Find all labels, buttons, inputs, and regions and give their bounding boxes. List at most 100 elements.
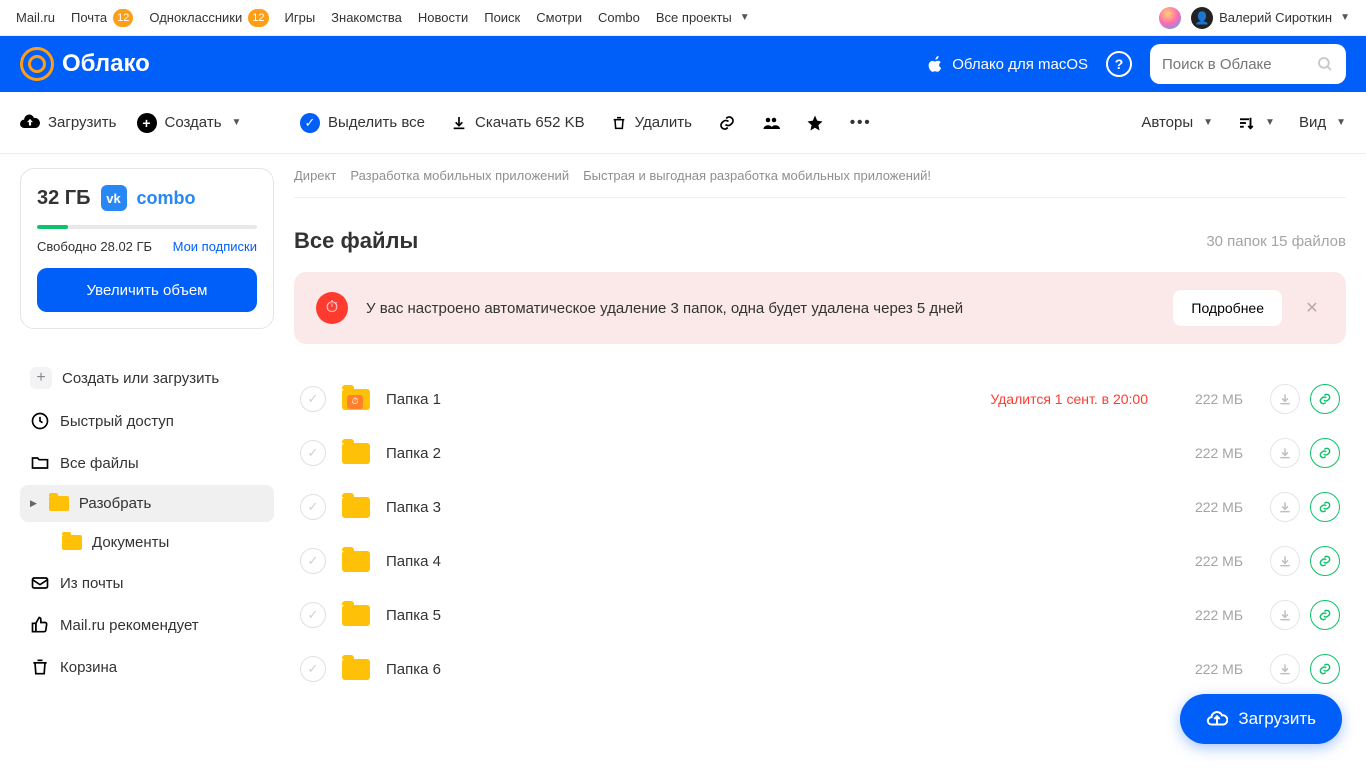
topnav-item[interactable]: Игры	[285, 10, 316, 25]
create-button[interactable]: + Создать ▼	[137, 113, 242, 133]
topnav-item[interactable]: Почта12	[71, 9, 133, 27]
caret-down-icon: ▼	[1336, 117, 1346, 128]
row-checkbox[interactable]: ✓	[300, 656, 326, 682]
link-button[interactable]	[718, 114, 736, 132]
file-name: Папка 1	[386, 391, 974, 408]
badge: 12	[248, 9, 268, 27]
authors-filter[interactable]: Авторы ▼	[1141, 114, 1213, 131]
tree-item-label: Все файлы	[60, 455, 139, 472]
folder-icon	[342, 443, 370, 464]
nav-tree: +Создать или загрузить Быстрый доступ Все …	[20, 357, 274, 687]
dots-icon: •••	[850, 114, 872, 131]
upload-button[interactable]: Загрузить	[20, 113, 117, 133]
tree-item-label: Mail.ru рекомендует	[60, 617, 199, 634]
link-row-button[interactable]	[1310, 546, 1340, 576]
delete-button[interactable]: Удалить	[611, 114, 692, 131]
file-actions	[1270, 384, 1340, 414]
file-row[interactable]: ✓Папка 2222 МБ	[294, 426, 1346, 480]
tree-item[interactable]: Mail.ru рекомендует	[20, 605, 274, 645]
user-menu[interactable]: 👤 Валерий Сироткин ▼	[1191, 7, 1350, 29]
row-checkbox[interactable]: ✓	[300, 548, 326, 574]
link-row-button[interactable]	[1310, 654, 1340, 684]
fab-upload-button[interactable]: Загрузить	[1180, 694, 1342, 744]
link-row-button[interactable]	[1310, 492, 1340, 522]
folder-icon	[342, 659, 370, 680]
more-button[interactable]: •••	[850, 114, 872, 131]
file-row[interactable]: ✓⏱Папка 1Удалится 1 сент. в 20:00222 МБ	[294, 372, 1346, 426]
file-actions	[1270, 546, 1340, 576]
help-icon[interactable]: ?	[1106, 51, 1132, 77]
notice-banner: ⏱ У вас настроено автоматическое удалени…	[294, 272, 1346, 344]
ad-line[interactable]: Директ Разработка мобильных приложений Б…	[294, 154, 1346, 198]
file-size: 222 МБ	[1184, 553, 1254, 569]
select-all-button[interactable]: ✓ Выделить все	[300, 113, 425, 133]
file-size: 222 МБ	[1184, 661, 1254, 677]
download-row-button[interactable]	[1270, 438, 1300, 468]
folder-icon	[49, 496, 69, 511]
check-circle-icon: ✓	[300, 113, 320, 133]
link-row-button[interactable]	[1310, 438, 1340, 468]
tree-item[interactable]: Из почты	[20, 563, 274, 603]
link-row-button[interactable]	[1310, 600, 1340, 630]
tree-item[interactable]: Все файлы	[20, 443, 274, 483]
link-row-button[interactable]	[1310, 384, 1340, 414]
tree-item[interactable]: Документы	[20, 524, 274, 561]
download-row-button[interactable]	[1270, 492, 1300, 522]
file-actions	[1270, 492, 1340, 522]
toolbar: Загрузить + Создать ▼ ✓ Выделить все Ска…	[0, 92, 1366, 154]
main: Директ Разработка мобильных приложений Б…	[294, 154, 1366, 736]
notice-text: У вас настроено автоматическое удаление …	[366, 300, 1155, 317]
favorite-button[interactable]	[806, 114, 824, 132]
download-row-button[interactable]	[1270, 600, 1300, 630]
share-button[interactable]	[762, 114, 780, 132]
search-icon[interactable]	[1316, 55, 1334, 73]
file-size: 222 МБ	[1184, 499, 1254, 515]
topnav-item[interactable]: Combo	[598, 10, 640, 25]
file-row[interactable]: ✓Папка 6222 МБ	[294, 642, 1346, 696]
tree-item-label: Быстрый доступ	[60, 413, 174, 430]
topnav-item[interactable]: Все проекты▼	[656, 10, 750, 25]
tree-item[interactable]: Корзина	[20, 647, 274, 687]
brand[interactable]: Облако	[20, 47, 150, 81]
thumb-icon	[30, 615, 50, 635]
topnav-item[interactable]: Новости	[418, 10, 468, 25]
search-box[interactable]	[1150, 44, 1346, 84]
notice-details-button[interactable]: Подробнее	[1173, 290, 1282, 326]
file-actions	[1270, 600, 1340, 630]
topnav-item[interactable]: Поиск	[484, 10, 520, 25]
increase-storage-button[interactable]: Увеличить объем	[37, 268, 257, 312]
topnav-item[interactable]: Знакомства	[331, 10, 402, 25]
download-button[interactable]: Скачать 652 KB	[451, 114, 585, 131]
files-list: ✓⏱Папка 1Удалится 1 сент. в 20:00222 МБ✓…	[294, 372, 1346, 696]
avatar-gradient-icon[interactable]	[1159, 7, 1181, 29]
topnav-item[interactable]: Mail.ru	[16, 10, 55, 25]
row-checkbox[interactable]: ✓	[300, 440, 326, 466]
tree-item[interactable]: ▶Разобрать	[20, 485, 274, 522]
tree-item[interactable]: Быстрый доступ	[20, 401, 274, 441]
topnav-item[interactable]: Одноклассники12	[149, 9, 268, 27]
topnav-item[interactable]: Смотри	[536, 10, 582, 25]
topnav-label: Mail.ru	[16, 10, 55, 25]
view-button[interactable]: Вид ▼	[1299, 114, 1346, 131]
file-actions	[1270, 438, 1340, 468]
file-row[interactable]: ✓Папка 5222 МБ	[294, 588, 1346, 642]
subs-link[interactable]: Мои подписки	[173, 239, 257, 254]
close-icon[interactable]: ✕	[1300, 298, 1324, 318]
sort-button[interactable]: ▼	[1237, 114, 1275, 132]
row-checkbox[interactable]: ✓	[300, 386, 326, 412]
topnav-label: Знакомства	[331, 10, 402, 25]
macos-link[interactable]: Облако для macOS	[926, 55, 1088, 73]
file-row[interactable]: ✓Папка 4222 МБ	[294, 534, 1346, 588]
plus-icon: +	[137, 113, 157, 133]
apple-icon	[926, 55, 944, 73]
tree-item[interactable]: +Создать или загрузить	[20, 357, 274, 399]
download-row-button[interactable]	[1270, 384, 1300, 414]
search-input[interactable]	[1162, 56, 1302, 73]
download-row-button[interactable]	[1270, 654, 1300, 684]
vk-icon: vk	[101, 185, 127, 211]
row-checkbox[interactable]: ✓	[300, 494, 326, 520]
file-row[interactable]: ✓Папка 3222 МБ	[294, 480, 1346, 534]
download-row-button[interactable]	[1270, 546, 1300, 576]
tree-item-label: Разобрать	[79, 495, 151, 512]
row-checkbox[interactable]: ✓	[300, 602, 326, 628]
